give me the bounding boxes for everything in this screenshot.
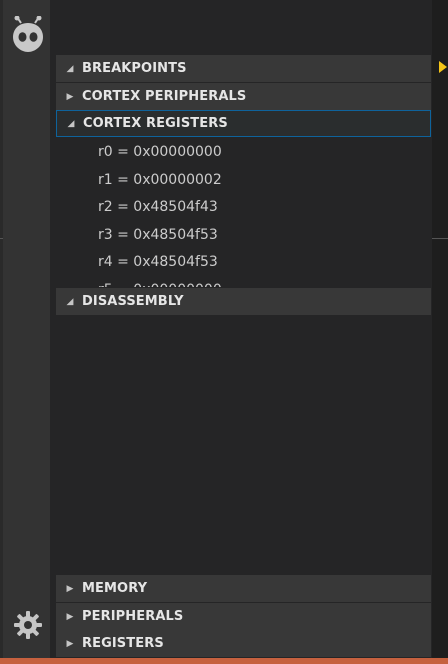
register-item[interactable]: r0 = 0x00000000 xyxy=(56,139,431,167)
section-label: CORTEX REGISTERS xyxy=(83,116,228,131)
breakpoint-marker-icon xyxy=(439,61,447,73)
section-label: REGISTERS xyxy=(82,636,164,651)
section-label: BREAKPOINTS xyxy=(82,61,187,76)
section-label: PERIPHERALS xyxy=(82,609,184,624)
section-cortex-peripherals[interactable]: ▶ CORTEX PERIPHERALS xyxy=(56,83,431,110)
register-item[interactable]: r3 = 0x48504f53 xyxy=(56,222,431,250)
section-breakpoints[interactable]: ◢ BREAKPOINTS xyxy=(56,55,431,82)
register-item[interactable]: r4 = 0x48504f53 xyxy=(56,249,431,277)
triangle-down-icon: ◢ xyxy=(66,63,74,74)
register-item[interactable]: r5 = 0x00000000 xyxy=(56,277,431,288)
divider xyxy=(0,238,3,239)
divider xyxy=(432,238,448,239)
section-cortex-registers[interactable]: ◢ CORTEX REGISTERS xyxy=(56,110,431,137)
sidebar-title-area xyxy=(50,0,432,55)
section-label: DISASSEMBLY xyxy=(82,294,184,309)
section-peripherals[interactable]: ▶ PERIPHERALS xyxy=(56,603,431,630)
section-label: MEMORY xyxy=(82,581,148,596)
triangle-right-icon: ▶ xyxy=(66,611,74,622)
activity-bar xyxy=(0,0,50,658)
register-item[interactable]: r1 = 0x00000002 xyxy=(56,167,431,195)
platformio-alien-icon[interactable] xyxy=(12,16,44,54)
register-list: r0 = 0x00000000 r1 = 0x00000002 r2 = 0x4… xyxy=(56,139,431,287)
editor-edge xyxy=(432,0,448,658)
triangle-right-icon: ▶ xyxy=(66,638,74,649)
section-label: CORTEX PERIPHERALS xyxy=(82,89,247,104)
gear-icon[interactable] xyxy=(13,610,43,640)
section-registers[interactable]: ▶ REGISTERS xyxy=(56,630,431,657)
disassembly-content xyxy=(56,315,431,575)
triangle-down-icon: ◢ xyxy=(66,296,74,307)
triangle-right-icon: ▶ xyxy=(66,91,74,102)
status-bar xyxy=(0,658,448,664)
section-disassembly[interactable]: ◢ DISASSEMBLY xyxy=(56,288,431,315)
section-memory[interactable]: ▶ MEMORY xyxy=(56,575,431,602)
register-item[interactable]: r2 = 0x48504f43 xyxy=(56,194,431,222)
triangle-right-icon: ▶ xyxy=(66,583,74,594)
triangle-down-icon: ◢ xyxy=(67,118,75,129)
